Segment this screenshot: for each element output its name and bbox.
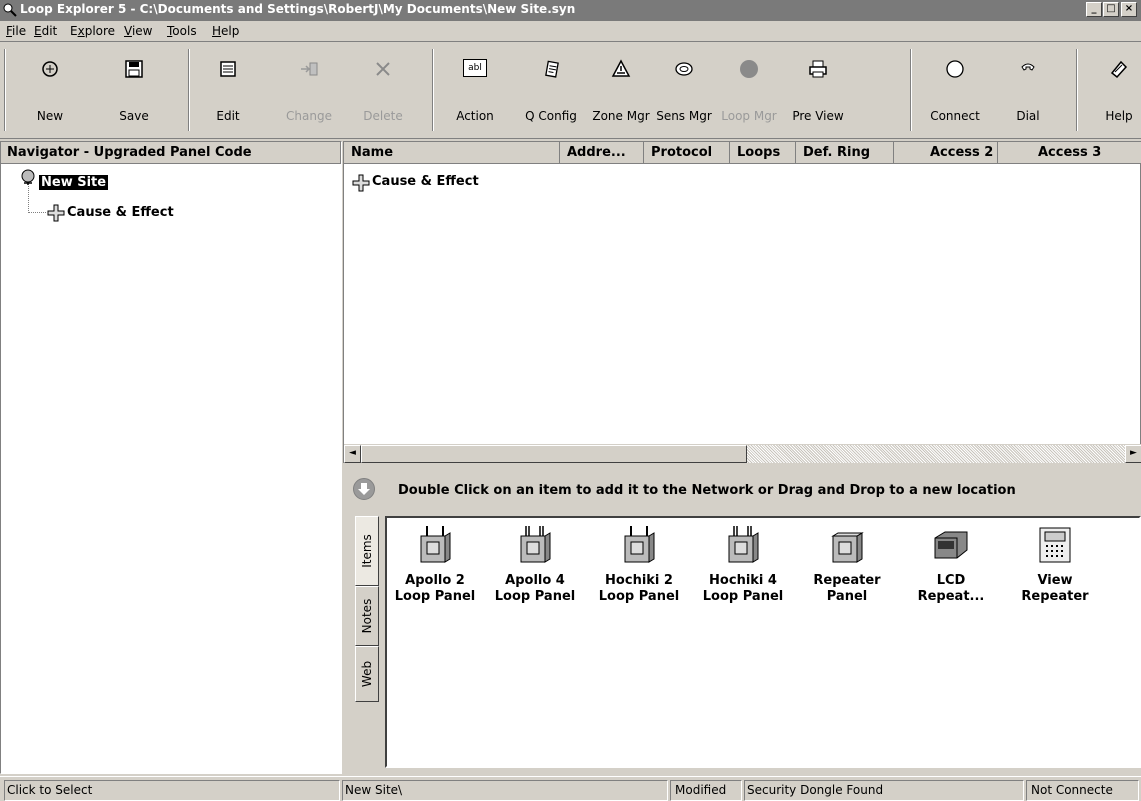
qconfig-icon [545,60,559,78]
toolbar-separator [188,49,190,131]
close-button[interactable]: × [1121,2,1137,17]
palette-item-hochiki-4[interactable]: Hochiki 4 Loop Panel [693,524,793,605]
change-button[interactable]: Change [278,47,340,133]
tree-line [28,212,46,213]
tab-items[interactable]: Items [355,516,379,586]
scroll-track[interactable] [747,445,1125,463]
item-list-view: Name Addre... Protocol Loops Def. Ring A… [343,141,1141,463]
edit-icon [220,61,236,77]
status-path: New Site\ [342,780,668,801]
toolbar: New Save Edit Change Delete abl Action Q… [0,43,1141,139]
action-button[interactable]: abl Action [446,47,504,133]
toolbar-separator [1076,49,1078,131]
delete-button[interactable]: Delete [352,47,414,133]
menu-tools[interactable]: Tools [167,24,197,38]
column-header-protocol[interactable]: Protocol [644,142,730,164]
palette-hint: Double Click on an item to add it to the… [398,483,1016,498]
dial-button[interactable]: Dial [1004,47,1052,133]
tab-web[interactable]: Web [355,646,379,702]
menu-file[interactable]: File [6,24,26,38]
palette-item-apollo-2[interactable]: Apollo 2 Loop Panel [385,524,485,605]
scroll-right-arrow-icon[interactable]: ► [1125,445,1141,463]
column-header-access-2[interactable]: Access 2 [894,142,998,164]
palette-item-view-repeater[interactable]: View Repeater [1005,524,1105,605]
column-headers: Name Addre... Protocol Loops Def. Ring A… [344,142,1141,164]
column-header-loops[interactable]: Loops [730,142,796,164]
minimize-button[interactable]: _ [1086,2,1102,17]
change-icon [301,62,318,76]
panel-icon [420,526,451,563]
toolbar-separator [910,49,912,131]
cause-effect-icon [352,174,370,192]
toolbar-separator [432,49,434,131]
save-button[interactable]: Save [104,47,164,133]
palette-area: Items Notes Web Apollo 2 Loop Panel Apol… [343,512,1141,774]
qconfig-button[interactable]: Q Config [518,47,584,133]
palette-item-repeater-panel[interactable]: Repeater Panel [797,524,897,605]
view-repeater-icon [1039,527,1071,563]
loop-icon [740,60,758,78]
window-title: Loop Explorer 5 - C:\Documents and Setti… [20,2,576,16]
list-item[interactable]: Cause & Effect [372,174,479,189]
tree-node-cause-effect[interactable]: Cause & Effect [67,205,174,220]
tree-line [28,186,29,213]
status-dongle: Security Dongle Found [744,780,1024,801]
column-header-address[interactable]: Addre... [560,142,644,164]
menu-bar: File Edit Explore View Tools Help [0,21,1141,42]
menu-view[interactable]: View [124,24,152,38]
menu-help[interactable]: Help [212,24,239,38]
zone-mgr-button[interactable]: Zone Mgr [588,47,654,133]
palette-item-apollo-4[interactable]: Apollo 4 Loop Panel [485,524,585,605]
panel-icon [728,526,759,563]
site-globe-icon [21,169,35,185]
sensor-icon [675,62,693,76]
maximize-button[interactable]: □ [1103,2,1119,17]
save-icon [125,60,143,78]
tab-notes[interactable]: Notes [355,586,379,646]
menu-edit[interactable]: Edit [34,24,57,38]
panel-icon [624,526,655,563]
title-bar: Loop Explorer 5 - C:\Documents and Setti… [0,0,1141,21]
down-arrow-icon [353,478,375,500]
sens-mgr-button[interactable]: Sens Mgr [652,47,716,133]
tree-node-new-site[interactable]: New Site [39,175,109,190]
app-icon [3,3,17,17]
scroll-left-arrow-icon[interactable]: ◄ [344,445,361,463]
menu-explore[interactable]: Explore [70,24,115,38]
status-hint: Click to Select [4,780,340,801]
connect-button[interactable]: Connect [920,47,990,133]
column-header-access-3[interactable]: Access 3 [998,142,1141,164]
preview-button[interactable]: Pre View [786,47,850,133]
phone-icon [1021,63,1035,71]
help-button[interactable]: Help [1098,47,1140,133]
printer-icon [809,60,827,78]
scroll-thumb[interactable] [361,445,747,463]
panel-icon [831,532,864,563]
loop-mgr-button[interactable]: Loop Mgr [716,47,782,133]
navigator-panel: Navigator - Upgraded Panel Code New Site… [0,141,342,774]
new-icon [42,61,58,77]
action-icon: abl [463,59,487,77]
status-modified: Modified [670,780,742,801]
warning-triangle-icon [611,59,631,77]
palette-item-lcd-repeater[interactable]: LCD Repeat... [901,524,1001,605]
status-connection: Not Connecte [1026,780,1139,801]
lcd-repeater-icon [934,531,968,559]
cause-effect-icon [47,204,65,222]
toolbar-separator [4,49,6,131]
status-bar: Click to Select New Site\ Modified Secur… [0,776,1141,801]
panel-icon [520,526,551,563]
connect-icon [946,60,964,78]
edit-button[interactable]: Edit [202,47,254,133]
palette-item-hochiki-2[interactable]: Hochiki 2 Loop Panel [589,524,689,605]
navigator-title: Navigator - Upgraded Panel Code [1,142,341,164]
help-book-icon [1110,60,1128,79]
column-header-def-ring[interactable]: Def. Ring [796,142,894,164]
delete-icon [376,62,390,76]
palette-items: Apollo 2 Loop Panel Apollo 4 Loop Panel … [385,516,1141,768]
column-header-name[interactable]: Name [344,142,560,164]
palette-header: Double Click on an item to add it to the… [343,470,1141,512]
horizontal-scrollbar[interactable]: ◄ ► [344,444,1141,463]
new-button[interactable]: New [24,47,76,133]
